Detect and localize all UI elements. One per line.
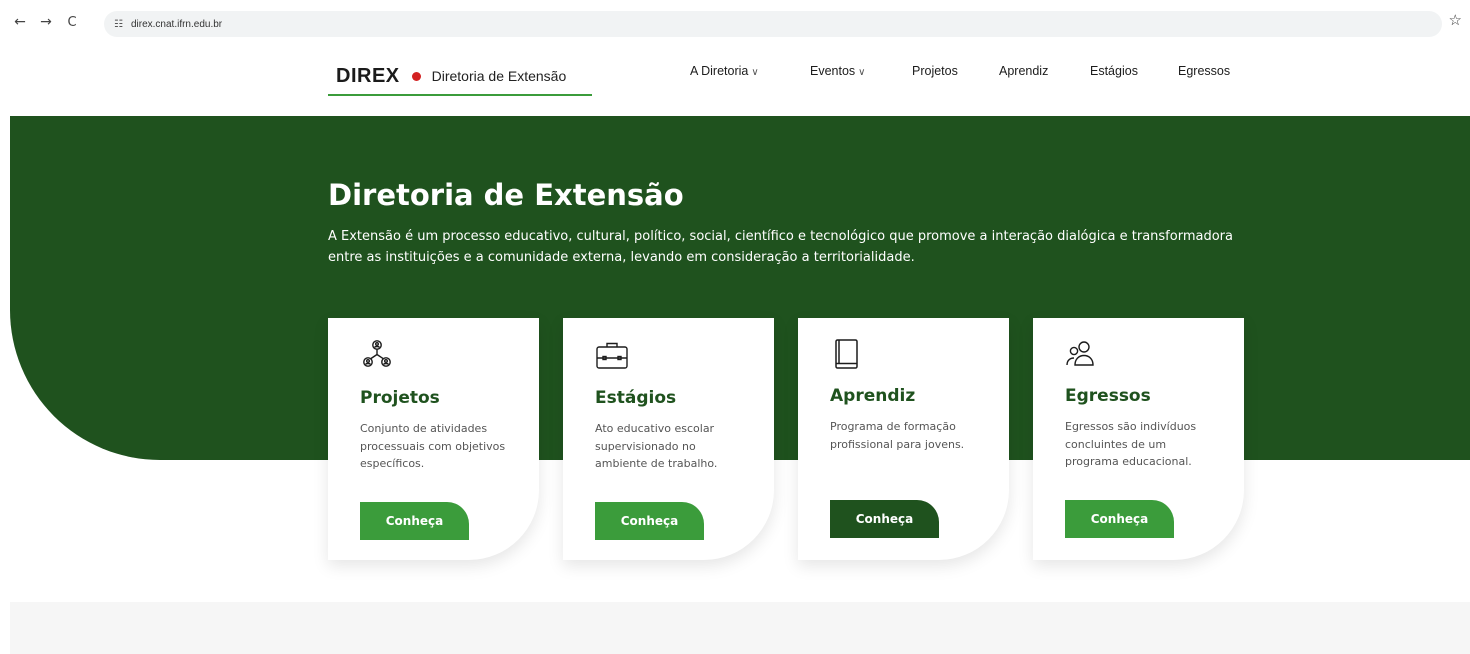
card-title: Projetos xyxy=(360,388,440,408)
conheca-estagios-button[interactable]: Conheça xyxy=(595,502,704,540)
bookmark-star-icon[interactable]: ☆ xyxy=(1449,11,1462,29)
site-header: DIREX Diretoria de Extensão A Diretoria ∨… xyxy=(0,44,1470,116)
reload-icon[interactable]: C xyxy=(60,10,84,34)
nav-item-estagios[interactable]: Estágios xyxy=(1090,64,1138,78)
next-section-band xyxy=(10,602,1470,654)
chevron-down-icon: ∨ xyxy=(751,67,759,78)
brand-name: DIREX xyxy=(336,64,400,87)
card-title: Egressos xyxy=(1065,386,1151,406)
nav-item-egressos[interactable]: Egressos xyxy=(1178,64,1230,78)
nav-item-eventos[interactable]: Eventos ∨ xyxy=(810,64,866,78)
hero-description: A Extensão é um processo educativo, cult… xyxy=(328,229,1233,265)
conheca-egressos-button[interactable]: Conheça xyxy=(1065,500,1174,538)
card-estagios: Estágios Ato educativo escolar supervisi… xyxy=(563,318,774,560)
users-icon xyxy=(1066,341,1094,366)
address-bar[interactable]: ☷ direx.cnat.ifrn.edu.br xyxy=(104,11,1442,37)
nav-item-a-diretoria[interactable]: A Diretoria ∨ xyxy=(690,64,759,78)
card-description: Ato educativo escolar supervisionado no … xyxy=(595,422,718,470)
site-settings-icon[interactable]: ☷ xyxy=(114,19,123,30)
url-text: direx.cnat.ifrn.edu.br xyxy=(130,18,223,30)
browser-toolbar: ← → C ☷ direx.cnat.ifrn.edu.br ☆ xyxy=(0,0,1470,44)
chevron-down-icon: ∨ xyxy=(858,67,866,78)
back-arrow-icon[interactable]: ← xyxy=(8,10,32,34)
network-people-icon xyxy=(363,340,391,367)
nav-item-projetos[interactable]: Projetos xyxy=(912,64,958,78)
book-icon xyxy=(835,339,858,369)
conheca-aprendiz-button[interactable]: Conheça xyxy=(830,500,939,538)
nav-item-label: Eventos xyxy=(810,64,856,78)
conheca-projetos-button[interactable]: Conheça xyxy=(360,502,469,540)
nav-item-label: A Diretoria xyxy=(690,64,749,78)
card-egressos: Egressos Egressos são indivíduos conclui… xyxy=(1033,318,1244,560)
card-description: Egressos são indivíduos concluintes de u… xyxy=(1065,420,1197,468)
briefcase-icon xyxy=(596,342,628,369)
card-projetos: Projetos Conjunto de atividades processu… xyxy=(328,318,539,560)
brand-subtitle: Diretoria de Extensão xyxy=(431,68,567,84)
card-description: Programa de formação profissional para j… xyxy=(830,420,965,451)
hero-title: Diretoria de Extensão xyxy=(328,178,684,212)
card-aprendiz: Aprendiz Programa de formação profission… xyxy=(798,318,1009,560)
card-description: Conjunto de atividades processuais com o… xyxy=(360,422,506,470)
nav-item-aprendiz[interactable]: Aprendiz xyxy=(999,64,1048,78)
card-title: Aprendiz xyxy=(830,386,916,406)
brand-dot-icon xyxy=(411,71,421,81)
card-title: Estágios xyxy=(595,388,677,408)
brand-logo[interactable]: DIREX Diretoria de Extensão xyxy=(328,62,592,96)
forward-arrow-icon[interactable]: → xyxy=(34,10,58,34)
